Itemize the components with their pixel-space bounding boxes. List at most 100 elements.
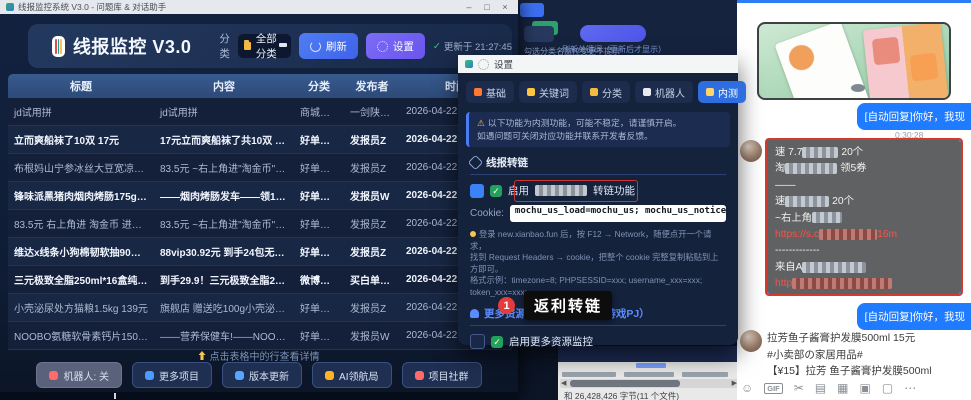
avatar[interactable] bbox=[740, 140, 762, 162]
message-line: 速 20个 bbox=[775, 194, 953, 210]
tab-关键词[interactable]: 关键词 bbox=[519, 81, 577, 103]
update-icon bbox=[235, 371, 244, 380]
selection-handle[interactable] bbox=[765, 292, 769, 296]
avatar[interactable] bbox=[740, 330, 762, 352]
history-icon[interactable]: ▦ bbox=[837, 378, 848, 398]
category-select[interactable]: 全部分类 bbox=[238, 34, 291, 58]
robot-button[interactable]: 机器人: 关 bbox=[36, 362, 122, 388]
check-icon: ✓ bbox=[490, 185, 502, 197]
table-cell: ——营养保健车!——NOOBO ... bbox=[154, 328, 294, 343]
table-row[interactable]: NOOBO氨糖软骨素钙片150粒*2瓶3...——营养保健车!——NOOBO .… bbox=[8, 322, 512, 350]
update-button[interactable]: 版本更新 bbox=[222, 362, 302, 388]
table-row[interactable]: 立而爽船袜了10双 17元17元立而爽船袜了共10双 秋季糖陌石...好单线报-… bbox=[8, 126, 512, 154]
outgoing-message-bubble[interactable]: [自动回复]你好，我现 bbox=[857, 103, 971, 130]
convert-link-toggle-row: ✓ 启用 转链功能 bbox=[470, 183, 726, 198]
tab-基础[interactable]: 基础 bbox=[466, 81, 514, 103]
cookie-row: Cookie: mochu_us_load=mochu_us; mochu_us… bbox=[470, 205, 726, 222]
redaction-outline bbox=[514, 180, 638, 202]
maximize-button[interactable]: □ bbox=[480, 2, 494, 12]
censored-text bbox=[785, 163, 837, 174]
window-titlebar: 线报监控系统 V3.0 - 问题库 & 对话助手 – □ × bbox=[0, 0, 518, 14]
column-header: 发布者 bbox=[344, 78, 400, 94]
table-row[interactable]: 三元极致全脂250ml*16盒纯牛奶 29....到手29.9！三元极致全脂25… bbox=[8, 266, 512, 294]
divider bbox=[470, 174, 726, 175]
dialog-titlebar: 设置 bbox=[458, 55, 738, 73]
emoji-icon[interactable]: ☺ bbox=[741, 378, 753, 398]
folder-icon[interactable]: ▤ bbox=[815, 378, 826, 398]
image-icon[interactable]: ▣ bbox=[860, 378, 871, 398]
settings-button[interactable]: 设置 bbox=[366, 33, 425, 59]
table-cell: 好单线报-... bbox=[294, 328, 344, 343]
selection-handle[interactable] bbox=[959, 138, 963, 142]
dialog-title: 设置 bbox=[494, 57, 513, 71]
table-cell: 一剑陕上做... bbox=[344, 104, 400, 119]
table-row[interactable]: jd试用拼jd试用拼商城好价一剑陕上做...2026-04-22 21:2 bbox=[8, 98, 512, 126]
annotated-message[interactable]: 速 7.7 20个淘 领5券——速 20个~右上角https://s.c16m-… bbox=[765, 138, 963, 296]
minimize-button[interactable]: – bbox=[462, 2, 476, 12]
ai-icon bbox=[325, 371, 334, 380]
screen: 勾选分类名监控变更不提示 刷新关键词（更新后才显示） ◀ ▶ 和 26,428,… bbox=[0, 0, 971, 400]
scrollbar-thumb[interactable] bbox=[570, 380, 680, 387]
column-header: 标题 bbox=[8, 78, 154, 94]
annotation-number-badge: 1 bbox=[498, 297, 515, 314]
table-row[interactable]: 维达x线条小狗棉韧软抽90抽24包 ...88vip30.92元 到手24包无芯… bbox=[8, 238, 512, 266]
table-cell: NOOBO氨糖软骨素钙片150粒*2瓶3... bbox=[8, 328, 154, 343]
outgoing-message-bubble[interactable]: [自动回复]你好，我现 bbox=[857, 303, 971, 330]
table-cell: 小壳泌尿处方猫粮1.5kg 139元 bbox=[8, 300, 154, 315]
check-icon: ✓ bbox=[433, 41, 441, 52]
table-row[interactable]: 83.5元 右上角进 淘金币 进足迹拍 有...83.5元 ~右上角进"淘金币"… bbox=[8, 210, 512, 238]
community-button[interactable]: 项目社群 bbox=[402, 362, 482, 388]
message-line: 拉芳鱼子酱膏护发膜500ml 15元 bbox=[767, 330, 932, 347]
projects-button[interactable]: 更多项目 bbox=[132, 362, 212, 388]
checkbox-checked[interactable] bbox=[470, 184, 484, 198]
table-row[interactable]: 锋味派黑猪肉烟肉烤肠175g 任选5件...——烟肉烤肠发车——领140-60补… bbox=[8, 182, 512, 210]
folder-icon bbox=[244, 42, 251, 50]
background-chip bbox=[520, 3, 544, 17]
users-icon bbox=[470, 309, 479, 318]
tab-机器人[interactable]: 机器人 bbox=[635, 81, 693, 103]
ai-button[interactable]: AI领航局 bbox=[312, 362, 391, 388]
flame-icon bbox=[474, 88, 482, 96]
checkbox-unchecked[interactable] bbox=[470, 334, 485, 349]
background-filename bbox=[682, 372, 728, 377]
tab-分类[interactable]: 分类 bbox=[582, 81, 630, 103]
main-window: 线报监控系统 V3.0 - 问题库 & 对话助手 – □ × 线报监控 V3.0… bbox=[0, 0, 518, 400]
app-header: 线报监控 V3.0 分类 全部分类 刷新 设置 ✓ 更新于 21:27:45 bbox=[28, 24, 512, 68]
scroll-left-icon[interactable]: ◀ bbox=[561, 379, 566, 388]
table-cell: jd试用拼 bbox=[8, 104, 154, 119]
background-link-text bbox=[636, 363, 666, 368]
message-line: —— bbox=[775, 178, 953, 194]
category-label: 分类 bbox=[219, 31, 230, 61]
horizontal-scrollbar[interactable]: ◀ ▶ bbox=[560, 379, 738, 388]
more-icon[interactable]: ⋯ bbox=[904, 378, 916, 398]
close-button[interactable]: × bbox=[498, 2, 512, 12]
robot-icon bbox=[49, 371, 58, 380]
link-icon bbox=[468, 155, 484, 171]
footer-toolbar: 机器人: 关更多项目版本更新 AI领航局项目社群 bbox=[0, 362, 518, 388]
background-filename bbox=[624, 372, 674, 377]
message-line: ~右上角 bbox=[775, 211, 953, 227]
selection-handle[interactable] bbox=[959, 292, 963, 296]
chat-window: [自动回复]你好，我现 0:30:28 速 7.7 20个淘 领5券——速 20… bbox=[737, 0, 971, 400]
table-cell: 发报员W bbox=[344, 188, 400, 203]
column-header: 内容 bbox=[154, 78, 294, 94]
table-row[interactable]: 小壳泌尿处方猫粮1.5kg 139元旗舰店 赠送吃100g小壳泌尿处方猫粮...… bbox=[8, 294, 512, 322]
tab-内测[interactable]: 内测 bbox=[698, 81, 746, 103]
table-header-row: 标题内容分类发布者时间 bbox=[8, 74, 512, 98]
beta-warning: ⚠以下功能为内测功能，可能不稳定，请谨慎开启。 如遇问题可关闭对应功能并联系开发… bbox=[466, 112, 730, 147]
table-cell: 83.5元 右上角进 淘金币 进足迹拍 有... bbox=[8, 216, 154, 231]
chat-input-toolbar: ☺ GIF ✂ ▤ ▦ ▣ ▢ ⋯ bbox=[741, 378, 967, 398]
window-icon[interactable]: ▢ bbox=[882, 378, 893, 398]
window-title: 线报监控系统 V3.0 - 问题库 & 对话助手 bbox=[18, 1, 458, 13]
status-bar: 和 26,428,426 字节(11 个文件) bbox=[564, 390, 679, 400]
product-image[interactable] bbox=[757, 22, 951, 100]
gif-icon[interactable]: GIF bbox=[764, 383, 783, 394]
cookie-tip: 登录 new.xianbao.fun 后，按 F12 → Network，随便点… bbox=[470, 229, 726, 298]
screenshot-icon[interactable]: ✂ bbox=[794, 378, 804, 398]
cookie-input[interactable]: mochu_us_load=mochu_us; mochu_us_notice bbox=[510, 205, 726, 222]
refresh-button[interactable]: 刷新 bbox=[299, 33, 358, 59]
table-row[interactable]: 布根妈山宁参冰丝大豆宽凉被 83.5元83.5元 ~右上角进"淘金币"进足迹..… bbox=[8, 154, 512, 182]
incoming-message[interactable]: 拉芳鱼子酱膏护发膜500ml 15元#小卖部の家居用品#【¥15】拉芳 鱼子酱膏… bbox=[767, 330, 932, 380]
cookie-label: Cookie: bbox=[470, 208, 504, 219]
deals-table: 标题内容分类发布者时间 jd试用拼jd试用拼商城好价一剑陕上做...2026-0… bbox=[8, 74, 512, 350]
